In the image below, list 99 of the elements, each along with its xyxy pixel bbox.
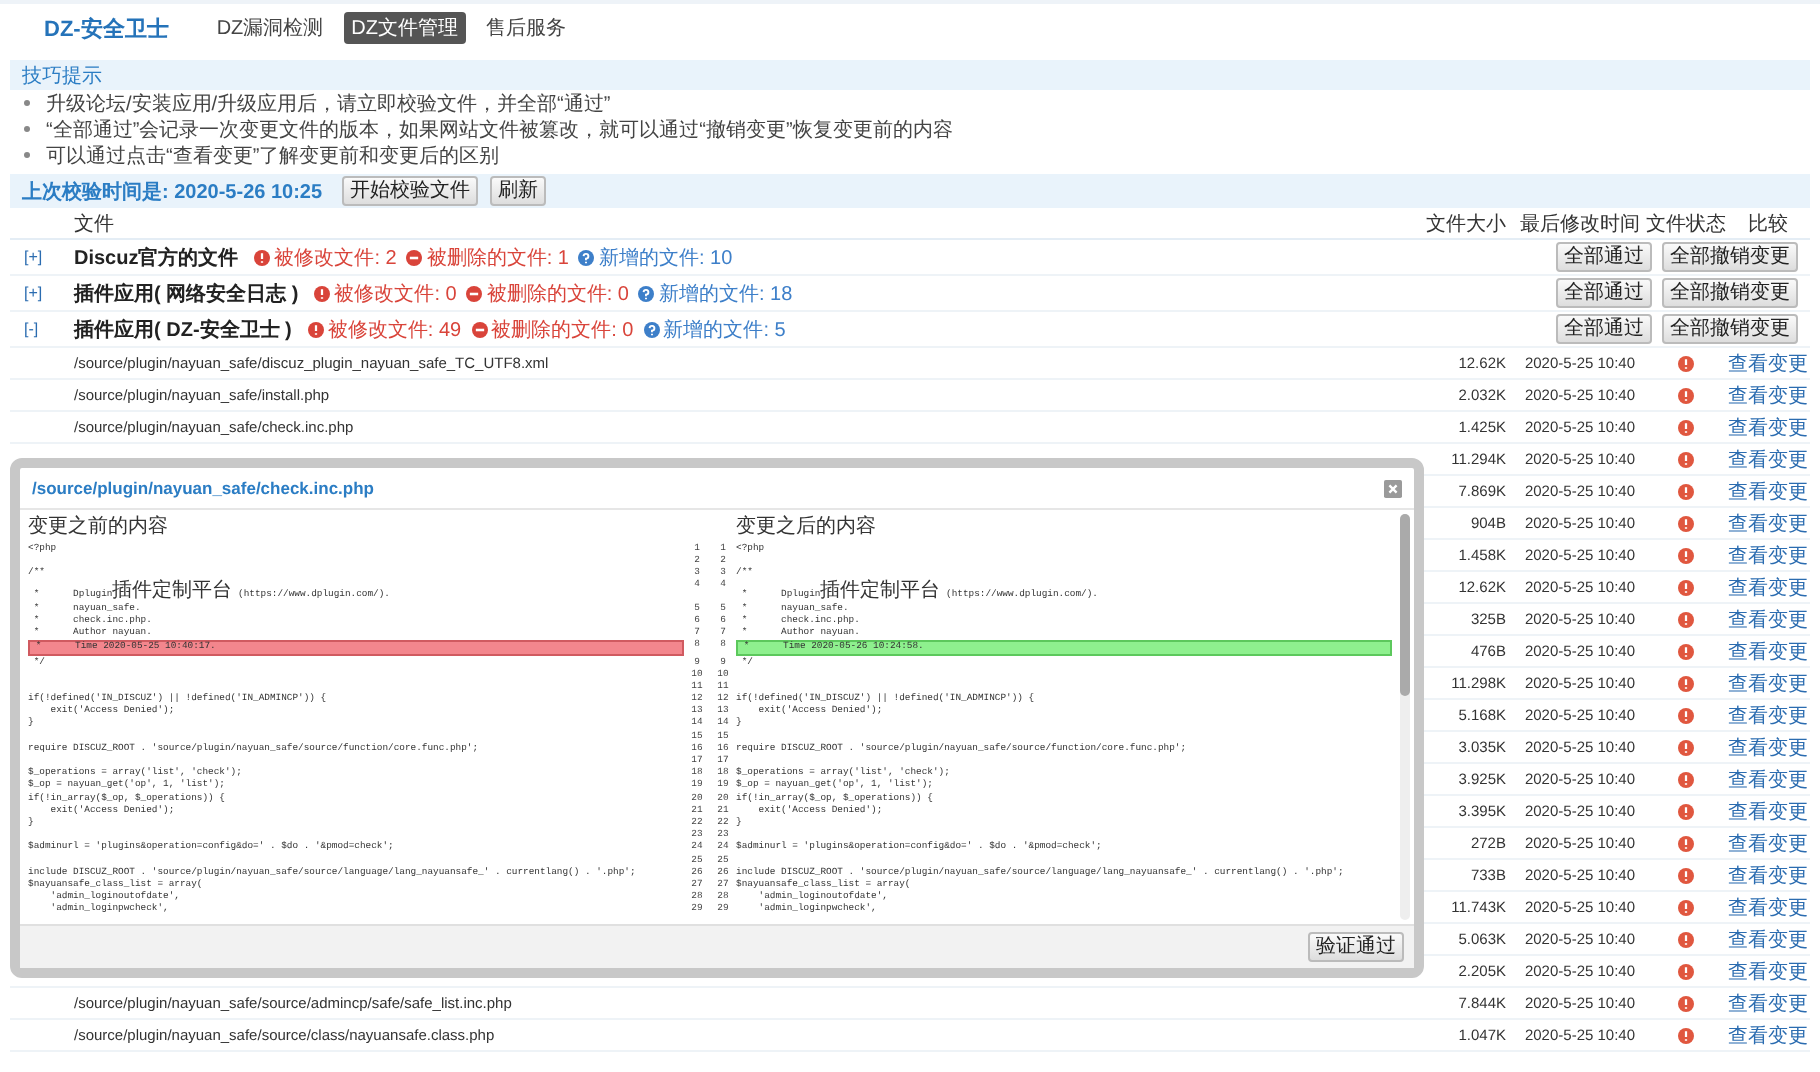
count-label: 被删除的文件: 1: [426, 245, 569, 271]
alert-icon: [1678, 739, 1694, 755]
question-icon: [638, 285, 655, 301]
alert-icon: [1678, 707, 1694, 723]
alert-icon: [1678, 483, 1694, 499]
dialog-title: /source/plugin/nayuan_safe/check.inc.php: [32, 478, 374, 498]
alert-icon: [1678, 515, 1694, 531]
alert-icon: [1678, 451, 1694, 467]
alert-icon: [1678, 419, 1694, 435]
alert-icon: [254, 249, 271, 265]
alert-icon: [1678, 899, 1694, 915]
bullet-icon: [24, 126, 30, 132]
tip-text: 可以通过点击“查看变更”了解变更前和变更后的区别: [46, 143, 500, 169]
alert-icon: [1678, 771, 1694, 787]
group-action-button[interactable]: 全部通过: [1556, 242, 1652, 272]
bullet-icon: [24, 100, 30, 106]
alert-icon: [307, 321, 324, 337]
count-label: 新增的文件: 10: [598, 245, 733, 271]
alert-icon: [1678, 547, 1694, 563]
tip-text: 升级论坛/安装应用/升级应用后，请立即校验文件，并全部“通过”: [46, 91, 611, 117]
alert-icon: [1678, 867, 1694, 883]
pane-label: 变更之后的内容: [736, 514, 878, 542]
column-header: 文件状态: [1646, 211, 1726, 237]
view-changes-link[interactable]: 查看变更: [1728, 545, 1808, 567]
count-label: 被修改文件: 2: [274, 245, 397, 271]
tip-text: “全部通过”会记录一次变更文件的版本，如果网站文件被篡改，就可以通过“撤销变更”恢复变更前的内容: [46, 117, 953, 143]
column-header: 文件大小: [1426, 211, 1508, 237]
view-changes-link[interactable]: 查看变更: [1728, 929, 1808, 951]
group-name: 插件应用( 网络安全日志 ): [74, 280, 299, 307]
group-action-button[interactable]: 全部撤销变更: [1662, 314, 1798, 344]
view-changes-link[interactable]: 查看变更: [1728, 353, 1808, 375]
expand-toggle[interactable]: [+]: [24, 248, 64, 266]
alert-icon: [1678, 387, 1694, 403]
alert-icon: [1678, 995, 1694, 1011]
alert-icon: [1678, 931, 1694, 947]
group-action-button[interactable]: 全部撤销变更: [1662, 278, 1798, 308]
view-changes-link[interactable]: 查看变更: [1728, 961, 1808, 983]
minus-icon: [471, 321, 488, 337]
column-header: 最后修改时间: [1518, 211, 1642, 237]
bullet-icon: [24, 152, 30, 158]
nav-tab[interactable]: DZ文件管理: [343, 12, 467, 44]
app-title: DZ-安全卫士: [44, 15, 169, 43]
group-name: 插件应用( DZ-安全卫士 ): [74, 316, 292, 343]
tips-header: 技巧提示: [10, 60, 1810, 90]
alert-icon: [1678, 611, 1694, 627]
close-icon[interactable]: [1384, 479, 1402, 497]
pane-label: 变更之前的内容: [28, 514, 170, 542]
view-changes-link[interactable]: 查看变更: [1728, 833, 1808, 855]
alert-icon: [1678, 579, 1694, 595]
question-icon: [578, 249, 595, 265]
view-changes-link[interactable]: 查看变更: [1728, 641, 1808, 663]
nav-tab[interactable]: DZ漏洞检测: [208, 12, 332, 44]
alert-icon: [1678, 803, 1694, 819]
scrollbar[interactable]: [1400, 514, 1410, 920]
count-label: 新增的文件: 5: [663, 317, 786, 343]
view-changes-link[interactable]: 查看变更: [1728, 481, 1808, 503]
count-label: 新增的文件: 18: [658, 281, 793, 307]
view-changes-link[interactable]: 查看变更: [1728, 737, 1808, 759]
view-changes-link[interactable]: 查看变更: [1728, 1025, 1808, 1047]
count-label: 被修改文件: 0: [334, 281, 457, 307]
view-changes-link[interactable]: 查看变更: [1728, 385, 1808, 407]
group-name: Discuz官方的文件: [74, 244, 239, 271]
view-changes-link[interactable]: 查看变更: [1728, 417, 1808, 439]
count-label: 被修改文件: 49: [327, 317, 462, 343]
minus-icon: [466, 285, 483, 301]
view-changes-link[interactable]: 查看变更: [1728, 993, 1808, 1015]
column-header: 比较: [1746, 211, 1790, 237]
view-changes-link[interactable]: 查看变更: [1728, 577, 1808, 599]
expand-toggle[interactable]: [+]: [24, 284, 64, 302]
view-changes-link[interactable]: 查看变更: [1728, 769, 1808, 791]
count-label: 被删除的文件: 0: [491, 317, 634, 343]
view-changes-link[interactable]: 查看变更: [1728, 865, 1808, 887]
group-action-button[interactable]: 全部通过: [1556, 314, 1652, 344]
toolbar-button[interactable]: 刷新: [490, 176, 547, 206]
alert-icon: [1678, 963, 1694, 979]
expand-toggle[interactable]: [-]: [24, 320, 64, 338]
column-header: 文件: [74, 211, 116, 237]
alert-icon: [1678, 1027, 1694, 1043]
alert-icon: [1678, 675, 1694, 691]
minus-icon: [406, 249, 423, 265]
alert-icon: [1678, 355, 1694, 371]
view-changes-link[interactable]: 查看变更: [1728, 897, 1808, 919]
alert-icon: [314, 285, 331, 301]
group-action-button[interactable]: 全部通过: [1556, 278, 1652, 308]
view-changes-link[interactable]: 查看变更: [1728, 449, 1808, 471]
verify-button[interactable]: 验证通过: [1308, 932, 1404, 962]
last-check-time: 上次校验时间是: 2020-5-26 10:25: [22, 179, 323, 205]
nav-tab[interactable]: 售后服务: [478, 12, 575, 44]
count-label: 被删除的文件: 0: [486, 281, 629, 307]
alert-icon: [1678, 643, 1694, 659]
toolbar-button[interactable]: 开始校验文件: [342, 176, 479, 206]
alert-icon: [1678, 835, 1694, 851]
view-changes-link[interactable]: 查看变更: [1728, 801, 1808, 823]
view-changes-link[interactable]: 查看变更: [1728, 609, 1808, 631]
view-changes-link[interactable]: 查看变更: [1728, 705, 1808, 727]
question-icon: [643, 321, 660, 337]
view-changes-link[interactable]: 查看变更: [1728, 673, 1808, 695]
group-action-button[interactable]: 全部撤销变更: [1662, 242, 1798, 272]
view-changes-link[interactable]: 查看变更: [1728, 513, 1808, 535]
